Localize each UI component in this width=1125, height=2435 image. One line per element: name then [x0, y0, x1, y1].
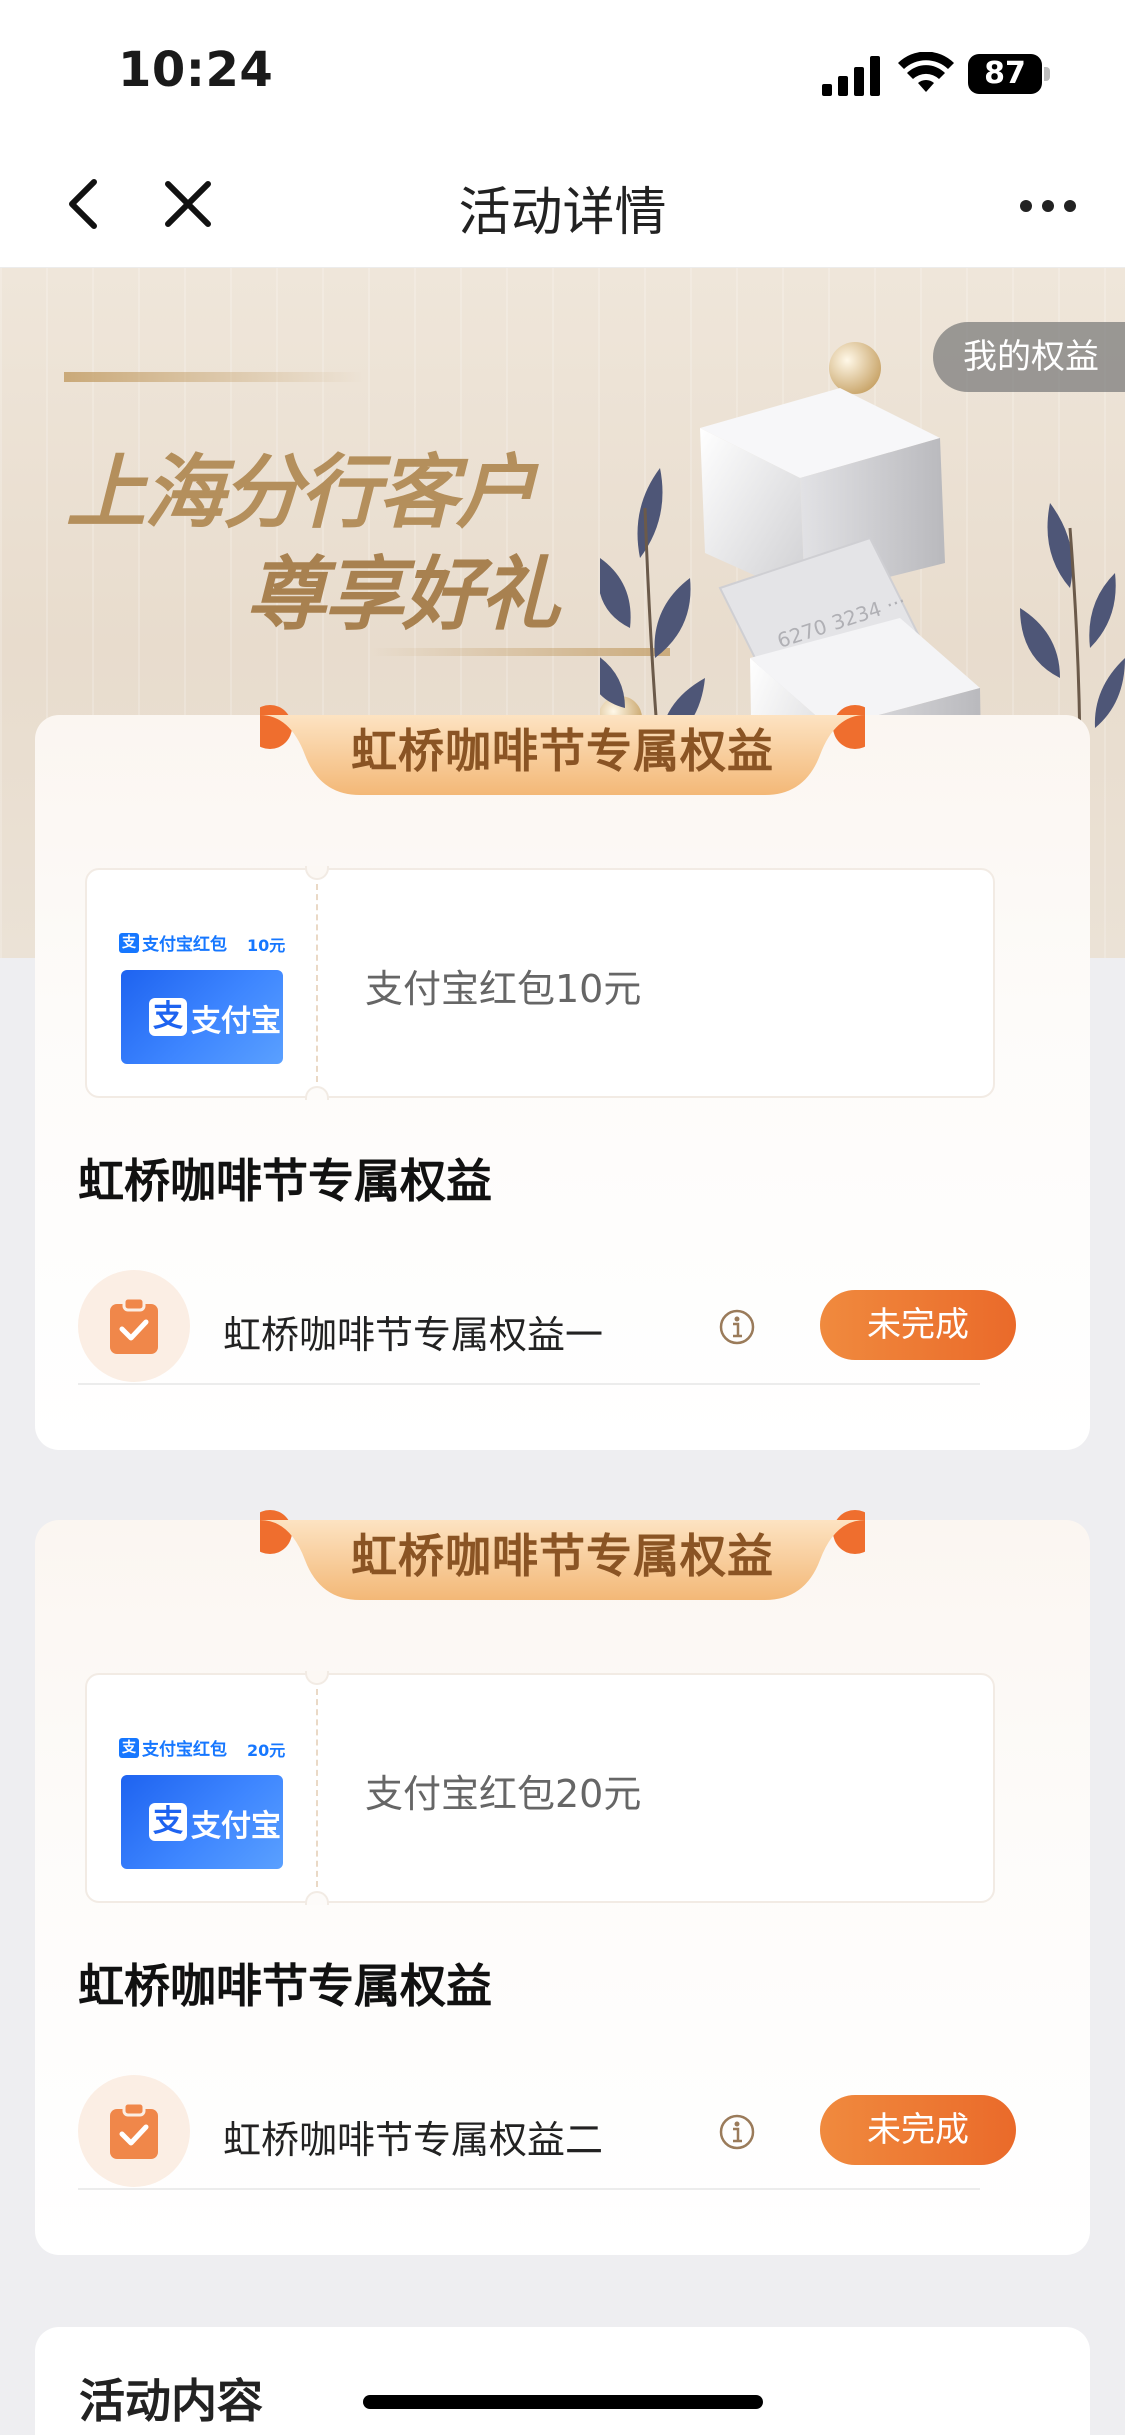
coupon-notch [305, 866, 329, 880]
task-name: 虹桥咖啡节专属权益一 [223, 1313, 604, 1357]
wifi-icon [898, 52, 954, 92]
task-status-button[interactable]: 未完成 [820, 1290, 1016, 1360]
coupon-amount-label: 20元 [247, 1741, 286, 1760]
alipay-logo: 支 支付宝 [121, 970, 283, 1064]
coupon-divider [316, 884, 318, 1082]
status-bar: 10:24 87 [0, 0, 1125, 140]
coupon-name: 支付宝红包20元 [365, 1772, 642, 1816]
alipay-logo-text: 支付宝 [191, 1809, 281, 1844]
coupon-brand-text: 支付宝红包 [142, 935, 227, 955]
alipay-mini-icon: 支 [119, 1737, 139, 1758]
cellular-signal-icon [822, 56, 880, 96]
banner-headline-1: 上海分行客户 [66, 445, 536, 539]
section-title: 虹桥咖啡节专属权益 [78, 1959, 492, 2013]
battery-icon: 87 [968, 54, 1050, 94]
alipay-icon: 支 [149, 998, 187, 1036]
alipay-icon: 支 [149, 1803, 187, 1841]
coupon-notch [305, 1891, 329, 1905]
coupon-notch [305, 1086, 329, 1100]
benefit-card: 虹桥咖啡节专属权益 支支付宝红包 10元 支 支付宝 支付宝红包10元 虹桥咖啡… [35, 705, 1090, 1450]
info-icon[interactable] [718, 2113, 756, 2151]
clipboard-check-icon [110, 2101, 158, 2159]
activity-content-card: 活动内容 [35, 2327, 1090, 2435]
page-title: 活动详情 [458, 183, 667, 243]
benefit-card: 虹桥咖啡节专属权益 支支付宝红包 20元 支 支付宝 支付宝红包20元 虹桥咖啡… [35, 1510, 1090, 2255]
alipay-logo: 支 支付宝 [121, 1775, 283, 1869]
coupon-name: 支付宝红包10元 [365, 967, 642, 1011]
coupon-ticket[interactable]: 支支付宝红包 20元 支 支付宝 支付宝红包20元 [85, 1671, 995, 1905]
task-name: 虹桥咖啡节专属权益二 [223, 2118, 604, 2162]
coupon-brand-label: 支支付宝红包 [119, 1735, 227, 1760]
coupon-brand-label: 支支付宝红包 [119, 930, 227, 955]
task-icon-circle [78, 2075, 190, 2187]
task-row: 虹桥咖啡节专属权益二 未完成 [78, 2075, 1016, 2190]
card-header-title: 虹桥咖啡节专属权益 [351, 1529, 774, 1583]
alipay-logo-text: 支付宝 [191, 1004, 281, 1039]
more-icon[interactable] [1018, 196, 1078, 216]
coupon-ticket[interactable]: 支支付宝红包 10元 支 支付宝 支付宝红包10元 [85, 866, 995, 1100]
card-header-title: 虹桥咖啡节专属权益 [351, 724, 774, 778]
coupon-amount-label: 10元 [247, 936, 286, 955]
status-time: 10:24 [118, 42, 274, 98]
clipboard-check-icon [110, 1296, 158, 1354]
banner-decor-line [64, 372, 364, 382]
activity-content-title: 活动内容 [79, 2374, 263, 2428]
task-row: 虹桥咖啡节专属权益一 未完成 [78, 1270, 1016, 1385]
coupon-notch [305, 1671, 329, 1685]
alipay-mini-icon: 支 [119, 932, 139, 953]
section-title: 虹桥咖啡节专属权益 [78, 1154, 492, 1208]
nav-bar: 活动详情 [0, 140, 1125, 268]
coupon-divider [316, 1689, 318, 1887]
info-icon[interactable] [718, 1308, 756, 1346]
home-indicator[interactable] [363, 2395, 763, 2409]
coupon-brand-text: 支付宝红包 [142, 1740, 227, 1760]
my-rights-button[interactable]: 我的权益 [933, 322, 1125, 392]
battery-level: 87 [984, 56, 1026, 91]
task-status-button[interactable]: 未完成 [820, 2095, 1016, 2165]
banner-headline-2: 尊享好礼 [246, 547, 560, 641]
task-icon-circle [78, 1270, 190, 1382]
